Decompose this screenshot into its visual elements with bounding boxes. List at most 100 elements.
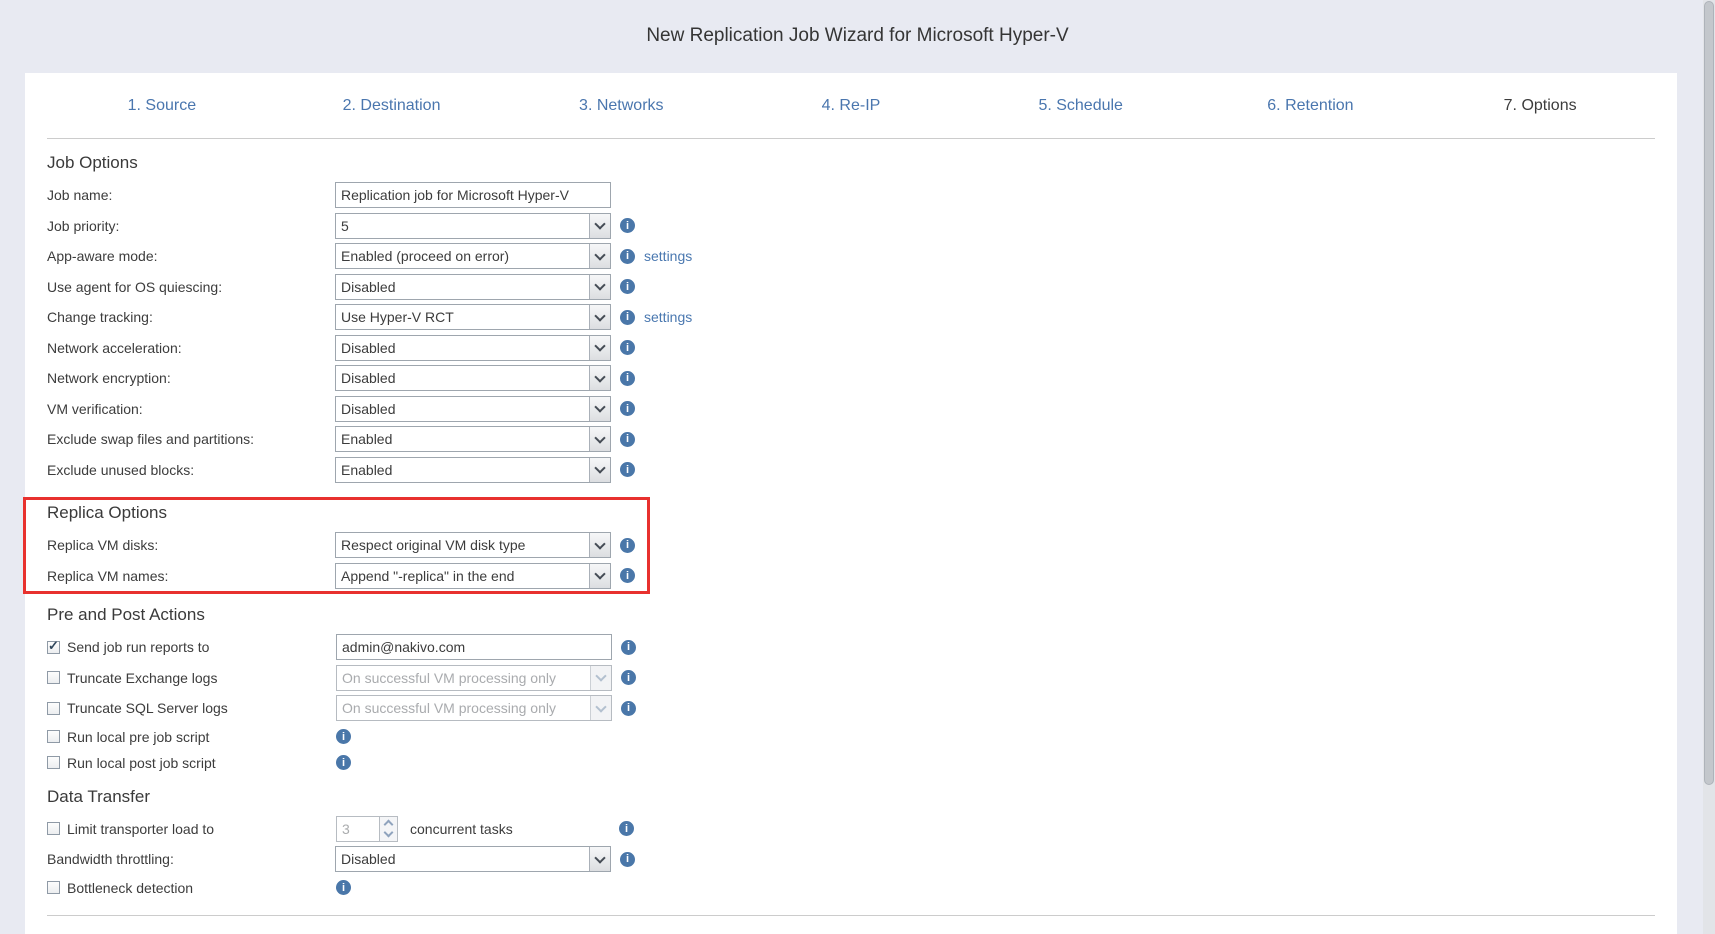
job-name-input[interactable]	[335, 182, 611, 208]
change-tracking-select[interactable]: Use Hyper-V RCT	[335, 304, 611, 330]
scrollbar-track[interactable]	[1703, 0, 1715, 934]
bottom-divider	[47, 915, 1655, 916]
report-email-input[interactable]	[336, 634, 612, 660]
send-reports-checkbox[interactable]: ✓	[47, 641, 60, 654]
info-icon[interactable]: i	[620, 340, 635, 355]
info-icon[interactable]: i	[619, 821, 634, 836]
wizard-steps: 1. Source 2. Destination 3. Networks 4. …	[47, 73, 1655, 139]
info-icon[interactable]: i	[620, 249, 635, 264]
exclude-swap-select[interactable]: Enabled	[335, 426, 611, 452]
info-icon[interactable]: i	[336, 729, 351, 744]
truncate-exchange-checkbox[interactable]: ✓	[47, 671, 60, 684]
select-value: Enabled (proceed on error)	[336, 248, 589, 264]
app-aware-settings-link[interactable]: settings	[644, 248, 692, 264]
info-icon[interactable]: i	[621, 670, 636, 685]
tab-networks[interactable]: 3. Networks	[506, 97, 736, 115]
info-icon[interactable]: i	[620, 852, 635, 867]
network-acceleration-label: Network acceleration:	[47, 340, 335, 356]
chevron-down-icon	[590, 696, 611, 720]
info-icon[interactable]: i	[336, 880, 351, 895]
replica-vm-disks-select[interactable]: Respect original VM disk type	[335, 532, 611, 558]
truncate-exchange-select: On successful VM processing only	[336, 665, 612, 691]
tab-source[interactable]: 1. Source	[47, 97, 277, 115]
chevron-down-icon	[589, 275, 610, 299]
chevron-down-icon	[589, 366, 610, 390]
select-value: Enabled	[336, 431, 589, 447]
tab-schedule[interactable]: 5. Schedule	[966, 97, 1196, 115]
tab-re-ip[interactable]: 4. Re-IP	[736, 97, 966, 115]
row-agent-quiescing: Use agent for OS quiescing: Disabled i	[47, 272, 1655, 303]
select-value: Disabled	[336, 401, 589, 417]
tab-retention[interactable]: 6. Retention	[1196, 97, 1426, 115]
app-aware-mode-select[interactable]: Enabled (proceed on error)	[335, 243, 611, 269]
network-acceleration-select[interactable]: Disabled	[335, 335, 611, 361]
info-icon[interactable]: i	[620, 538, 635, 553]
limit-transporter-checkbox[interactable]: ✓	[47, 822, 60, 835]
info-icon[interactable]: i	[620, 401, 635, 416]
chevron-down-icon	[589, 564, 610, 588]
replica-vm-names-label: Replica VM names:	[47, 568, 335, 584]
truncate-sql-label: Truncate SQL Server logs	[67, 700, 336, 716]
app-aware-mode-label: App-aware mode:	[47, 248, 335, 264]
select-value: 5	[336, 218, 589, 234]
exclude-unused-select[interactable]: Enabled	[335, 457, 611, 483]
info-icon[interactable]: i	[336, 755, 351, 770]
info-icon[interactable]: i	[620, 371, 635, 386]
concurrent-tasks-input	[336, 816, 380, 842]
truncate-sql-select: On successful VM processing only	[336, 695, 612, 721]
chevron-down-icon	[589, 533, 610, 557]
info-icon[interactable]: i	[620, 432, 635, 447]
bandwidth-throttling-label: Bandwidth throttling:	[47, 851, 335, 867]
agent-quiescing-select[interactable]: Disabled	[335, 274, 611, 300]
concurrent-tasks-suffix: concurrent tasks	[410, 821, 610, 837]
network-encryption-label: Network encryption:	[47, 370, 335, 386]
pre-script-checkbox[interactable]: ✓	[47, 730, 60, 743]
info-icon[interactable]: i	[621, 640, 636, 655]
spinner-buttons	[380, 816, 398, 842]
network-encryption-select[interactable]: Disabled	[335, 365, 611, 391]
agent-quiescing-label: Use agent for OS quiescing:	[47, 279, 335, 295]
select-value: On successful VM processing only	[337, 700, 590, 716]
scrollbar-thumb[interactable]	[1704, 1, 1714, 785]
wizard-panel: 1. Source 2. Destination 3. Networks 4. …	[25, 73, 1677, 934]
row-change-tracking: Change tracking: Use Hyper-V RCT i setti…	[47, 302, 1655, 333]
truncate-exchange-label: Truncate Exchange logs	[67, 670, 336, 686]
row-truncate-sql: ✓ Truncate SQL Server logs On successful…	[47, 693, 1655, 724]
row-bottleneck-detection: ✓ Bottleneck detection i	[47, 875, 1655, 901]
change-tracking-settings-link[interactable]: settings	[644, 309, 692, 325]
row-vm-verification: VM verification: Disabled i	[47, 394, 1655, 425]
vm-verification-label: VM verification:	[47, 401, 335, 417]
job-priority-select[interactable]: 5	[335, 213, 611, 239]
row-job-name: Job name:	[47, 180, 1655, 211]
section-heading-job-options: Job Options	[47, 152, 1655, 173]
row-exclude-swap: Exclude swap files and partitions: Enabl…	[47, 424, 1655, 455]
bandwidth-throttling-select[interactable]: Disabled	[335, 846, 611, 872]
info-icon[interactable]: i	[620, 462, 635, 477]
bottleneck-detection-checkbox[interactable]: ✓	[47, 881, 60, 894]
row-pre-script: ✓ Run local pre job script i	[47, 724, 1655, 750]
row-replica-vm-names: Replica VM names: Append "-replica" in t…	[47, 561, 1655, 592]
vm-verification-select[interactable]: Disabled	[335, 396, 611, 422]
tab-options[interactable]: 7. Options	[1425, 97, 1655, 115]
section-heading-replica-options: Replica Options	[47, 502, 1655, 523]
truncate-sql-checkbox[interactable]: ✓	[47, 702, 60, 715]
replica-vm-names-select[interactable]: Append "-replica" in the end	[335, 563, 611, 589]
post-script-label: Run local post job script	[67, 755, 336, 771]
info-icon[interactable]: i	[620, 310, 635, 325]
tab-destination[interactable]: 2. Destination	[277, 97, 507, 115]
info-icon[interactable]: i	[620, 279, 635, 294]
info-icon[interactable]: i	[620, 218, 635, 233]
send-reports-label: Send job run reports to	[67, 639, 336, 655]
section-heading-pre-post-actions: Pre and Post Actions	[47, 604, 1655, 625]
chevron-down-icon	[589, 244, 610, 268]
row-replica-vm-disks: Replica VM disks: Respect original VM di…	[47, 530, 1655, 561]
pre-script-label: Run local pre job script	[67, 729, 336, 745]
chevron-down-icon	[589, 847, 610, 871]
post-script-checkbox[interactable]: ✓	[47, 756, 60, 769]
row-post-script: ✓ Run local post job script i	[47, 750, 1655, 776]
select-value: Disabled	[336, 340, 589, 356]
info-icon[interactable]: i	[621, 701, 636, 716]
row-job-priority: Job priority: 5 i	[47, 211, 1655, 242]
info-icon[interactable]: i	[620, 568, 635, 583]
chevron-down-icon	[589, 336, 610, 360]
